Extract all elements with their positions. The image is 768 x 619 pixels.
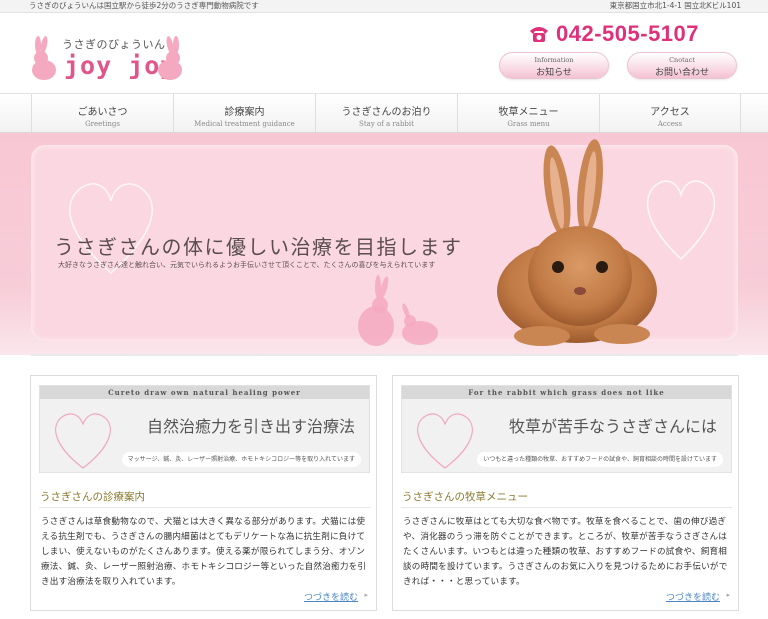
section-title: うさぎさんの牧草メニュー (402, 491, 528, 503)
address: 東京都国立市北1-4-1 国立北Kビル101 (609, 1, 741, 10)
information-button-jp: お知らせ (536, 68, 572, 78)
site-logo[interactable]: うさぎのびょういん joy joy (28, 30, 188, 86)
nav-item-sublabel: Medical treatment guidance (194, 120, 295, 128)
rabbit-logo-right-icon (158, 36, 182, 80)
hero-subtext: 大好きなうさぎさん達と触れ合い、元気でいられるようお手伝いさせて頂くことで、たく… (58, 261, 436, 269)
phone-icon (530, 27, 548, 42)
banner-description: いつもと違った種類の牧草、おすすめフードの試食や、飼育相談の時間を設けています (477, 452, 723, 467)
contact-button-jp: お問い合わせ (654, 68, 709, 78)
heart-outline-icon (417, 413, 473, 469)
rabbit-logo-left-icon (32, 36, 56, 80)
information-button-en: Information (534, 56, 574, 64)
nav-item-sublabel: Greetings (85, 120, 120, 128)
main-nav: ごあいさつ Greetings 診療案内 Medical treatment g… (0, 93, 768, 133)
site-description: うさぎのびょういんは国立駅から徒歩2分のうさぎ専門動物病院です (29, 1, 259, 10)
hero-headline: うさぎさんの体に優しい治療を目指します (54, 235, 463, 259)
grass-menu-box: For the rabbit which grass does not like… (392, 375, 739, 611)
section-divider (39, 507, 370, 508)
nav-item-sublabel: Access (657, 120, 683, 128)
nav-item-label: アクセス (650, 107, 690, 118)
section-body: うさぎさんは草食動物なので、犬猫とは大きく異なる部分があります。犬猫には使える抗… (41, 517, 367, 587)
contact-button-en: Cnotact (669, 56, 695, 64)
medical-guidance-box: Cureto draw own natural healing power 自然… (30, 375, 377, 611)
phone-number[interactable]: 042-505-5107 (528, 21, 699, 47)
information-button[interactable]: Information お知らせ (499, 52, 609, 79)
read-more-link[interactable]: つづきを読む (304, 590, 358, 603)
nav-item-sublabel: Stay of a rabbit (359, 120, 414, 128)
nav-item-label: うさぎさんのお泊り (341, 107, 432, 118)
nav-item-greetings[interactable]: ごあいさつ Greetings (31, 94, 173, 133)
section-body: うさぎさんに牧草はとても大切な食べ物です。牧草を食べることで、歯の伸び過ぎや、消… (403, 517, 728, 587)
contact-button[interactable]: Cnotact お問い合わせ (627, 52, 737, 79)
banner-description: マッサージ、鍼、灸、レーザー照射治療、ホモトキシコロジー等を取り入れています (121, 452, 361, 467)
banner-title: 自然治癒力を引き出す治療法 (146, 417, 355, 436)
hero-divider (31, 354, 738, 356)
heart-outline-icon (55, 413, 111, 469)
read-more-link[interactable]: つづきを読む (666, 590, 720, 603)
phone-number-text: 042-505-5107 (556, 21, 700, 46)
rabbit-photo (497, 139, 657, 346)
nav-item-label: ごあいさつ (77, 107, 128, 118)
nav-item-sublabel: Grass menu (507, 120, 550, 128)
section-title: うさぎさんの診療案内 (40, 491, 145, 503)
banner-title: 牧草が苦手なうさぎさんには (508, 417, 717, 436)
nav-item-access[interactable]: アクセス Access (599, 94, 741, 133)
medical-guidance-banner[interactable]: Cureto draw own natural healing power 自然… (39, 385, 370, 473)
banner-en-caption: For the rabbit which grass does not like (402, 386, 731, 399)
arrow-right-icon: ▸ (726, 591, 730, 599)
rabbit-silhouette-icon (358, 275, 438, 346)
nav-item-label: 牧草メニュー (498, 107, 559, 118)
nav-item-stay[interactable]: うさぎさんのお泊り Stay of a rabbit (315, 94, 457, 133)
section-divider (401, 507, 732, 508)
banner-en-caption: Cureto draw own natural healing power (40, 386, 369, 399)
arrow-right-icon: ▸ (364, 591, 368, 599)
hero-banner: うさぎさんの体に優しい治療を目指します 大好きなうさぎさん達と触れ合い、元気でい… (0, 133, 768, 356)
grass-menu-banner[interactable]: For the rabbit which grass does not like… (401, 385, 732, 473)
top-info-bar: うさぎのびょういんは国立駅から徒歩2分のうさぎ専門動物病院です 東京都国立市北1… (0, 0, 768, 13)
nav-item-label: 診療案内 (224, 107, 265, 118)
logo-tagline: うさぎのびょういん (62, 38, 166, 51)
nav-item-grass-menu[interactable]: 牧草メニュー Grass menu (457, 94, 599, 133)
nav-item-medical[interactable]: 診療案内 Medical treatment guidance (173, 94, 315, 133)
